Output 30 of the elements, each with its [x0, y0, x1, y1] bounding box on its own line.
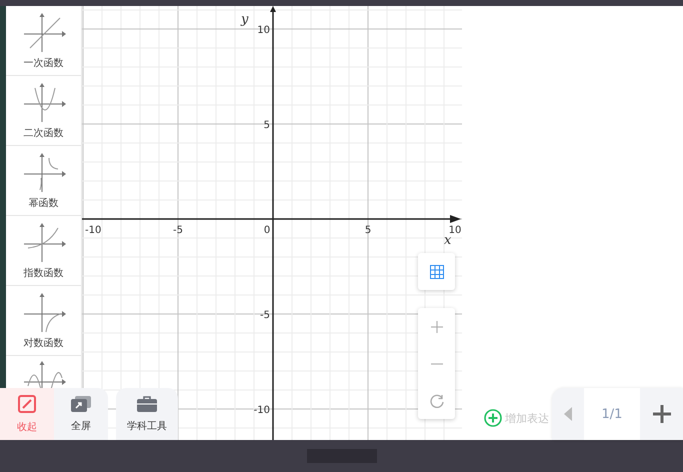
x-tick-label: -5	[173, 225, 183, 236]
grid-icon	[430, 264, 444, 278]
page-indicator: 1/1	[584, 388, 640, 440]
add-page-icon[interactable]	[652, 405, 670, 423]
plus-icon	[430, 320, 442, 332]
reload-icon	[430, 394, 444, 408]
shrink-icon	[18, 394, 36, 412]
function-item[interactable]: 一次函数	[6, 6, 81, 76]
expand-window-icon	[71, 396, 91, 412]
y-axis-label: y	[241, 12, 248, 27]
minus-icon	[430, 362, 442, 364]
function-item[interactable]: 对数函数	[6, 286, 81, 356]
toolbox-button[interactable]: 学科工具	[116, 388, 178, 440]
function-item[interactable]: 二次函数	[6, 76, 81, 146]
x-tick-label: 10	[448, 225, 462, 236]
y-tick-label: 5	[264, 120, 270, 131]
fullscreen-button[interactable]: 全屏	[54, 388, 108, 440]
x-tick-label: 5	[364, 225, 372, 236]
y-tick-label: -10	[254, 405, 270, 416]
y-tick-label: 10	[257, 25, 270, 36]
x-tick-label: 0	[264, 225, 270, 236]
y-tick-label: -5	[260, 310, 270, 321]
expression-input[interactable]: 增加表达	[505, 412, 551, 424]
x-axis-label: x	[444, 233, 452, 248]
x-tick-label: -10	[85, 225, 102, 236]
previous-page-icon[interactable]	[564, 407, 572, 421]
function-item[interactable]: 指数函数	[6, 216, 81, 286]
briefcase-icon	[137, 396, 157, 412]
add-circle-icon[interactable]	[484, 409, 502, 427]
function-item[interactable]: 幂函数	[6, 146, 81, 216]
